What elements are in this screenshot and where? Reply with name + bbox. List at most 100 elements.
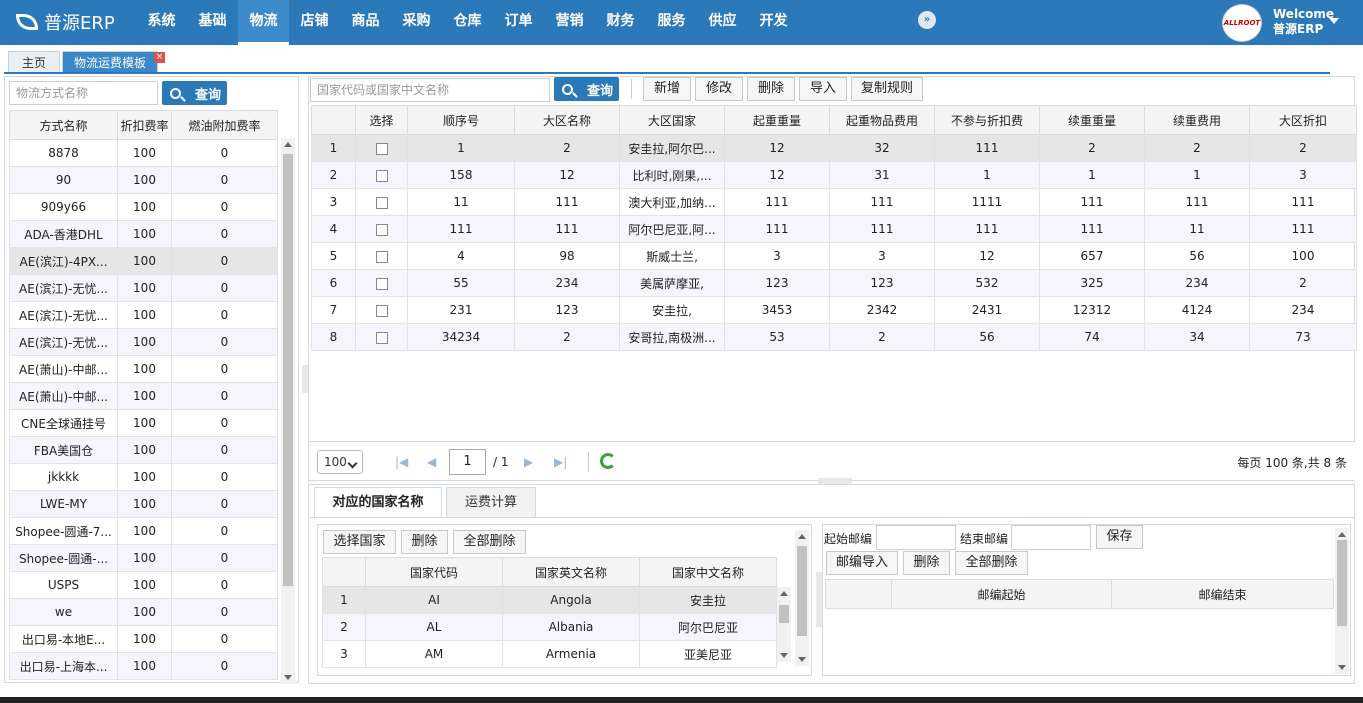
table-row[interactable]: 出口易-上海本... 100 0 xyxy=(9,652,278,680)
table-row[interactable]: 1 AI Angola 安圭拉 xyxy=(322,586,777,614)
avatar[interactable]: ALLROOT xyxy=(1222,4,1262,42)
zipcode-scrollbar[interactable] xyxy=(1335,528,1349,674)
nav-product[interactable]: 商品 xyxy=(340,0,391,45)
scroll-thumb[interactable] xyxy=(283,154,293,586)
close-icon[interactable]: × xyxy=(154,52,165,63)
nav-system[interactable]: 系统 xyxy=(136,0,187,45)
country-delete-all-button[interactable]: 全部删除 xyxy=(453,530,526,554)
scroll-thumb[interactable] xyxy=(1337,540,1347,626)
table-row[interactable]: 2 158 12 比利时,刚果,... 12 31 1 1 1 3 xyxy=(311,161,1357,189)
table-row[interactable]: CNE全球通挂号 100 0 xyxy=(9,409,278,437)
country-delete-button[interactable]: 删除 xyxy=(401,530,448,554)
next-page-icon[interactable]: ▶ xyxy=(524,455,533,469)
left-scrollbar[interactable] xyxy=(281,138,295,684)
tab-home[interactable]: 主页 xyxy=(8,51,60,73)
tab-logistics-template[interactable]: 物流运费模板 xyxy=(62,51,158,73)
nav-order[interactable]: 订单 xyxy=(493,0,544,45)
table-row[interactable]: AE(滨江)-4PX... 100 0 xyxy=(9,247,278,275)
table-row[interactable]: AE(萧山)-中邮... 100 0 xyxy=(9,382,278,410)
column-header[interactable]: 续重重量 xyxy=(1039,105,1145,135)
zip-import-button[interactable]: 邮编导入 xyxy=(826,551,898,575)
column-header[interactable]: 起重物品费用 xyxy=(829,105,935,135)
column-header[interactable]: 大区国家 xyxy=(619,105,725,135)
table-row[interactable]: USPS 100 0 xyxy=(9,571,278,599)
nav-finance[interactable]: 财务 xyxy=(595,0,646,45)
column-header[interactable]: 大区折扣 xyxy=(1249,105,1357,135)
table-row[interactable]: 90 100 0 xyxy=(9,166,278,194)
table-row[interactable]: ADA-香港DHL 100 0 xyxy=(9,220,278,248)
table-row[interactable]: 4 111 111 阿尔巴尼亚,阿... 111 111 111 111 11 111 xyxy=(311,215,1357,243)
import-button[interactable]: 导入 xyxy=(799,77,847,101)
row-checkbox[interactable] xyxy=(375,169,388,182)
nav-marketing[interactable]: 营销 xyxy=(544,0,595,45)
country-search-input[interactable]: 国家代码或国家中文名称 xyxy=(310,78,550,102)
nav-warehouse[interactable]: 仓库 xyxy=(442,0,493,45)
table-row[interactable]: FBA美国仓 100 0 xyxy=(9,436,278,464)
column-header[interactable]: 燃油附加费率 xyxy=(171,110,278,140)
table-row[interactable]: AE(萧山)-中邮... 100 0 xyxy=(9,355,278,383)
row-checkbox[interactable] xyxy=(375,250,388,263)
user-info[interactable]: Welcome 普源ERP xyxy=(1273,7,1334,37)
nav-service[interactable]: 服务 xyxy=(646,0,697,45)
column-header[interactable]: 折扣费率 xyxy=(117,110,172,140)
scroll-down-icon[interactable] xyxy=(1338,665,1346,670)
method-query-button[interactable]: 查询 xyxy=(162,81,227,105)
country-scrollbar[interactable] xyxy=(777,587,791,662)
table-row[interactable]: AE(滨江)-无忧... 100 0 xyxy=(9,328,278,356)
nav-purchase[interactable]: 采购 xyxy=(391,0,442,45)
row-checkbox[interactable] xyxy=(375,196,388,209)
row-checkbox[interactable] xyxy=(375,304,388,317)
column-header[interactable]: 顺序号 xyxy=(407,105,515,135)
table-row[interactable]: AE(滨江)-无忧... 100 0 xyxy=(9,301,278,329)
scroll-up-icon[interactable] xyxy=(780,591,788,596)
table-row[interactable]: we 100 0 xyxy=(9,598,278,626)
scroll-up-icon[interactable] xyxy=(1338,532,1346,537)
row-checkbox[interactable] xyxy=(375,277,388,290)
table-row[interactable]: 3 11 111 澳大利亚,加纳... 111 111 1111 111 111 111 xyxy=(311,188,1357,216)
column-header[interactable]: 国家代码 xyxy=(365,557,503,587)
table-row[interactable]: AE(滨江)-无忧... 100 0 xyxy=(9,274,278,302)
table-row[interactable]: 8 34234 2 安哥拉,南极洲... 53 2 56 74 34 73 xyxy=(311,323,1357,351)
table-row[interactable]: Shopee-圆通-7... 100 0 xyxy=(9,517,278,545)
table-row[interactable]: Shopee-圆通-... 100 0 xyxy=(9,544,278,572)
scroll-down-icon[interactable] xyxy=(780,653,788,658)
nav-logistics[interactable]: 物流 xyxy=(238,0,289,45)
table-row[interactable]: 7 231 123 安圭拉, 3453 2342 2431 12312 4124 234 xyxy=(311,296,1357,324)
method-search-input[interactable]: 物流方式名称 xyxy=(9,81,158,105)
column-header[interactable]: 国家英文名称 xyxy=(502,557,640,587)
column-header[interactable]: 续重费用 xyxy=(1144,105,1250,135)
scroll-thumb[interactable] xyxy=(797,546,807,636)
scroll-up-icon[interactable] xyxy=(284,142,292,147)
table-row[interactable]: 2 AL Albania 阿尔巴尼亚 xyxy=(322,613,777,641)
column-header[interactable]: 选择 xyxy=(355,105,408,135)
nav-supply[interactable]: 供应 xyxy=(697,0,748,45)
table-row[interactable]: 6 55 234 美属萨摩亚, 123 123 532 325 234 2 xyxy=(311,269,1357,297)
nav-store[interactable]: 店铺 xyxy=(289,0,340,45)
column-header[interactable]: 起重重量 xyxy=(724,105,830,135)
scroll-down-icon[interactable] xyxy=(284,675,292,680)
first-page-icon[interactable]: |◀ xyxy=(395,455,408,469)
save-button[interactable]: 保存 xyxy=(1096,525,1143,549)
chevron-down-icon[interactable] xyxy=(1329,18,1339,24)
column-header[interactable]: 大区名称 xyxy=(514,105,620,135)
region-query-button[interactable]: 查询 xyxy=(554,77,619,101)
scroll-down-icon[interactable] xyxy=(798,657,806,662)
row-checkbox[interactable] xyxy=(375,331,388,344)
add-button[interactable]: 新增 xyxy=(643,77,691,101)
nav-develop[interactable]: 开发 xyxy=(748,0,799,45)
copy-rule-button[interactable]: 复制规则 xyxy=(851,77,923,101)
table-row[interactable]: 5 4 98 斯威士兰, 3 3 12 657 56 100 xyxy=(311,242,1357,270)
column-header[interactable]: 邮编起始 xyxy=(891,579,1112,609)
column-header[interactable]: 邮编结束 xyxy=(1111,579,1334,609)
country-box-scrollbar[interactable] xyxy=(795,530,809,666)
table-row[interactable]: 909y66 100 0 xyxy=(9,193,278,221)
zip-delete-button[interactable]: 删除 xyxy=(903,551,950,575)
prev-page-icon[interactable]: ◀ xyxy=(427,455,436,469)
table-row[interactable]: 8878 100 0 xyxy=(9,139,278,167)
table-row[interactable]: 1 1 2 安圭拉,阿尔巴... 12 32 111 2 2 2 xyxy=(311,134,1357,162)
select-country-button[interactable]: 选择国家 xyxy=(323,530,396,554)
tab-country-names[interactable]: 对应的国家名称 xyxy=(314,487,442,518)
table-row[interactable]: LWE-MY 100 0 xyxy=(9,490,278,518)
scroll-up-icon[interactable] xyxy=(798,534,806,539)
column-header[interactable]: 不参与折扣费 xyxy=(934,105,1040,135)
